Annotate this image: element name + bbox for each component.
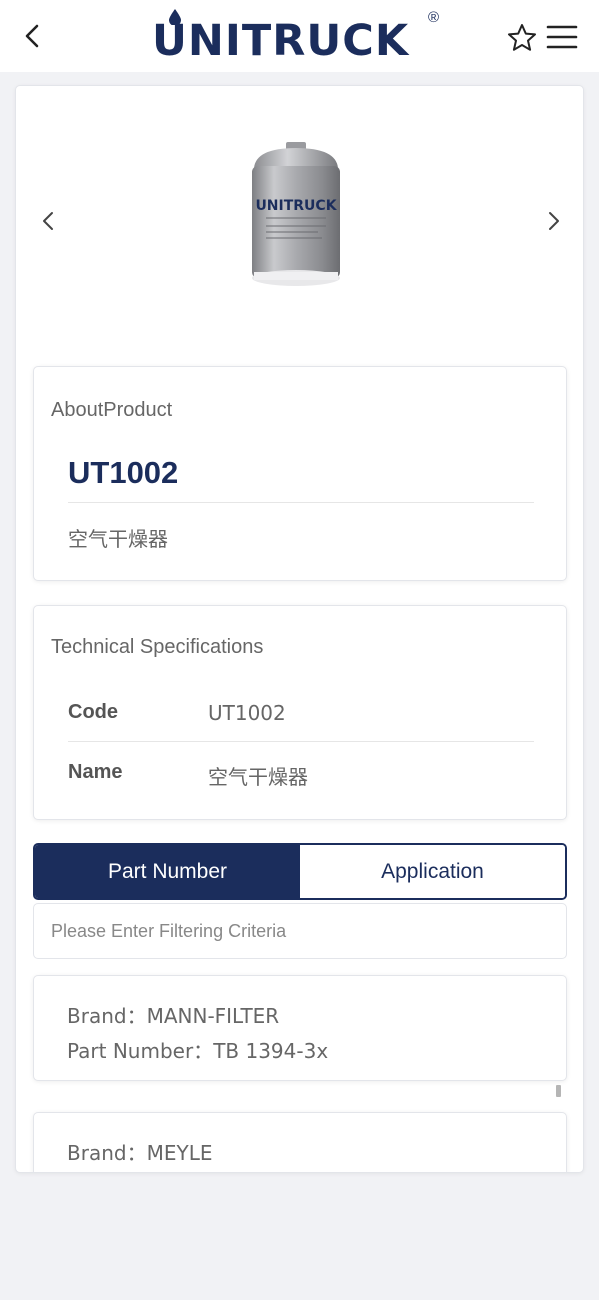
spec-value-name: 空气干燥器: [208, 765, 308, 789]
tab-application[interactable]: Application: [300, 845, 565, 898]
cross-reference-tabs: Part Number Application: [33, 843, 567, 900]
about-product-title: AboutProduct: [51, 399, 173, 421]
tab-part-number[interactable]: Part Number: [35, 845, 300, 898]
list-scrollbar[interactable]: [556, 1085, 561, 1097]
logo-text: UNITRUCK: [152, 16, 410, 66]
part-number-value: TB 1394-3x: [213, 1039, 329, 1063]
result-brand-line: Brand：MEYLE: [67, 1137, 212, 1166]
product-image-brand: UNITRUCK: [255, 198, 337, 214]
spec-value-code: UT1002: [208, 701, 286, 725]
technical-specifications-card: Technical Specifications Code UT1002 Nam…: [33, 605, 567, 820]
part-number-item[interactable]: Brand：MANN-FILTER Part Number：TB 1394-3x: [33, 975, 567, 1081]
app-header: UNITRUCK ®: [0, 0, 599, 72]
registered-mark: ®: [428, 9, 440, 26]
brand-logo[interactable]: UNITRUCK ®: [152, 6, 452, 68]
about-product-card: AboutProduct UT1002 空气干燥器: [33, 366, 567, 581]
spec-label-name: Name: [68, 761, 123, 783]
brand-label: Brand：: [67, 1141, 147, 1165]
product-image[interactable]: UNITRUCK: [242, 138, 350, 298]
product-name: 空气干燥器: [68, 527, 168, 551]
gallery-next-icon[interactable]: [542, 206, 566, 236]
brand-label: Brand：: [67, 1004, 147, 1028]
brand-value: MEYLE: [146, 1141, 213, 1165]
product-code: UT1002: [68, 455, 179, 490]
filter-input[interactable]: [33, 903, 567, 959]
back-icon[interactable]: [18, 20, 48, 52]
favorite-star-icon[interactable]: [506, 22, 538, 54]
specs-title: Technical Specifications: [51, 636, 264, 658]
product-detail-card: UNITRUCK AboutProduct UT1002 空气干燥器 Techn…: [15, 85, 584, 1173]
result-part-line: Part Number：TB 1394-3x: [67, 1035, 328, 1064]
divider: [68, 502, 534, 503]
spec-label-code: Code: [68, 701, 118, 723]
gallery-prev-icon[interactable]: [36, 206, 60, 236]
hamburger-menu-icon[interactable]: [546, 24, 578, 50]
part-number-label: Part Number：: [67, 1039, 214, 1063]
part-number-item[interactable]: Brand：MEYLE: [33, 1112, 567, 1172]
divider: [68, 741, 534, 742]
result-brand-line: Brand：MANN-FILTER: [67, 1000, 279, 1029]
brand-value: MANN-FILTER: [146, 1004, 280, 1028]
